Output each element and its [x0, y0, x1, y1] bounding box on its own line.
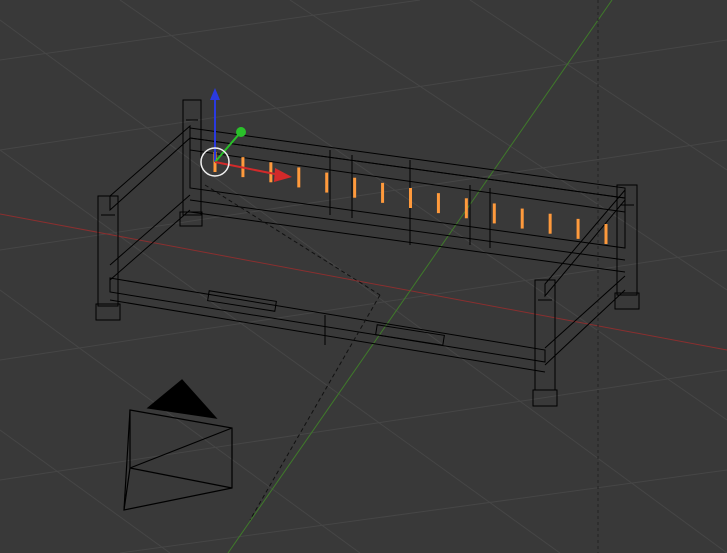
camera-guide-line [204, 184, 381, 296]
y-arrow-shaft[interactable] [214, 132, 241, 163]
viewport-canvas[interactable] [0, 0, 727, 553]
camera-guide-line-2 [249, 294, 381, 521]
x-arrow-head[interactable] [274, 168, 292, 182]
camera-object[interactable] [123, 379, 233, 511]
3d-viewport[interactable] [0, 0, 727, 553]
z-arrow-head[interactable] [210, 88, 220, 100]
bed-post [95, 99, 640, 407]
floor-grid [0, 0, 727, 553]
bed-frame-wireframe[interactable] [95, 99, 640, 407]
y-arrow-head[interactable] [236, 127, 246, 137]
camera-up-triangle [146, 379, 218, 419]
